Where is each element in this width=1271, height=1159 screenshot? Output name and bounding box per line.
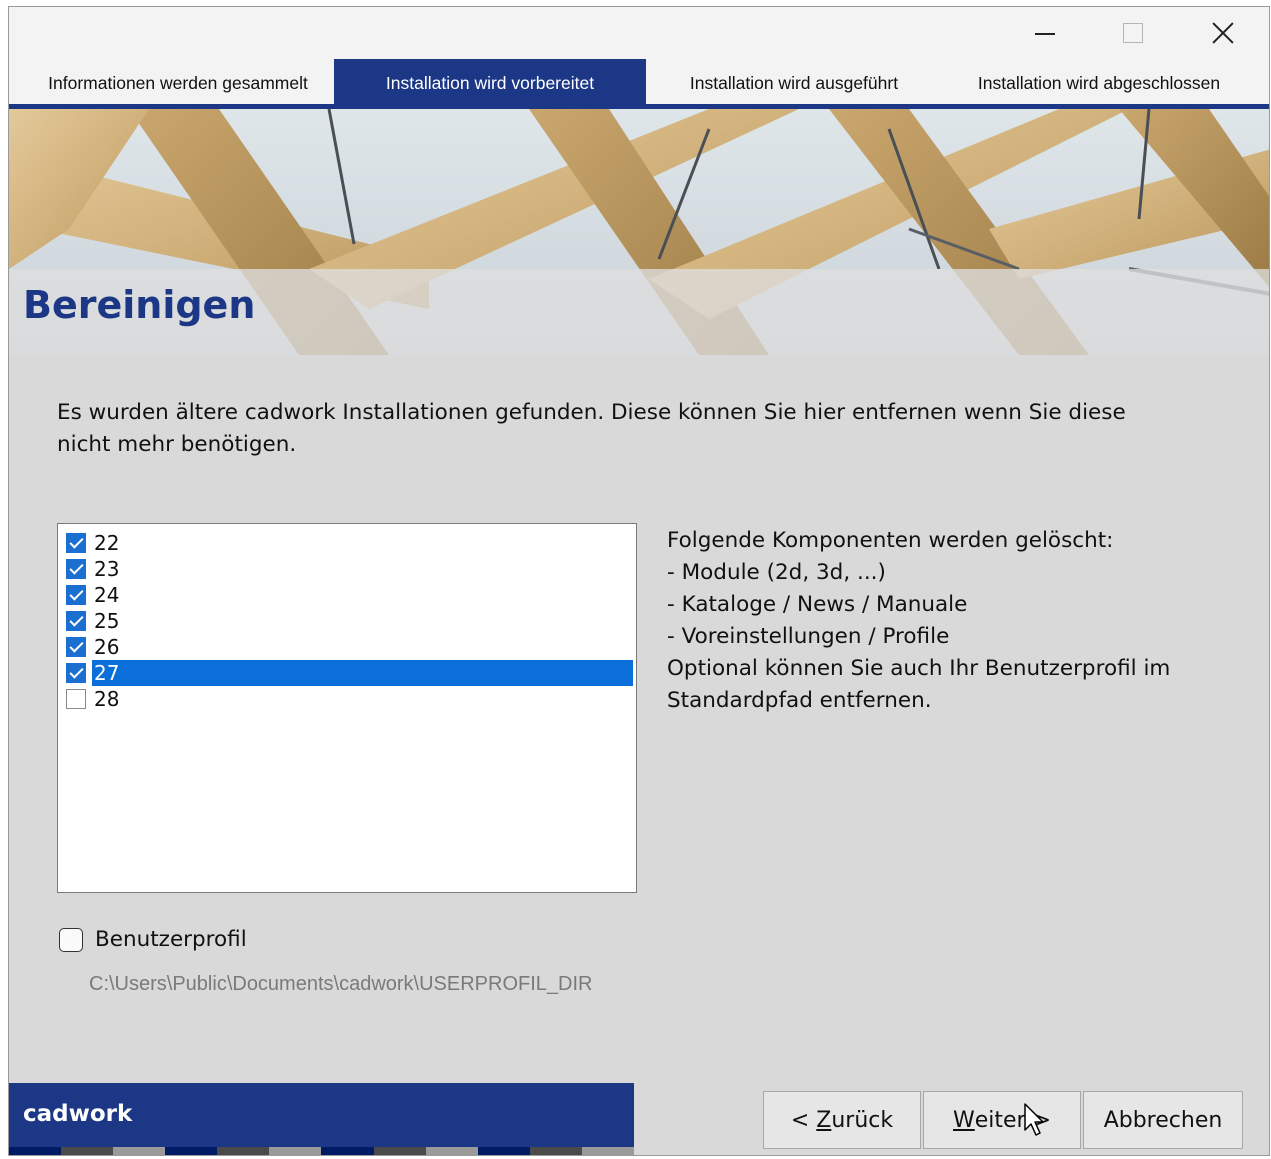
version-checkbox[interactable]	[66, 663, 86, 683]
cancel-label: Abbrechen	[1103, 1107, 1223, 1133]
back-button[interactable]: < Zurück	[763, 1091, 921, 1149]
version-item-25[interactable]: 25	[61, 608, 633, 634]
version-label: 27	[92, 660, 633, 686]
version-checkbox[interactable]	[66, 533, 86, 553]
minimize-button[interactable]	[999, 7, 1091, 59]
info-heading: Folgende Komponenten werden gelöscht:	[667, 528, 1114, 553]
version-label: 28	[94, 687, 120, 711]
maximize-icon	[1123, 23, 1143, 43]
version-checkbox[interactable]	[66, 559, 86, 579]
step-indicator: Informationen werden gesammelt Installat…	[9, 59, 1269, 107]
version-checkbox[interactable]	[66, 611, 86, 631]
components-info: Folgende Komponenten werden gelöscht: - …	[667, 525, 1247, 717]
intro-line-2: nicht mehr benötigen.	[57, 432, 297, 457]
minimize-icon	[1035, 33, 1055, 35]
step-vorbereitet: Installation wird vorbereitet	[334, 59, 646, 107]
userprofile-path: C:\Users\Public\Documents\cadwork\USERPR…	[89, 973, 593, 995]
close-icon	[1211, 21, 1235, 45]
page-title: Bereinigen	[23, 283, 256, 327]
version-checkbox[interactable]	[66, 689, 86, 709]
back-prefix: <	[790, 1107, 817, 1133]
close-button[interactable]	[1177, 7, 1269, 59]
back-label: urück	[831, 1107, 894, 1133]
mouse-cursor-icon	[1024, 1103, 1044, 1136]
back-mnemonic: Z	[816, 1107, 832, 1133]
version-item-24[interactable]: 24	[61, 582, 633, 608]
version-item-28[interactable]: 28	[61, 686, 633, 712]
next-button[interactable]: Weiter >	[923, 1091, 1081, 1149]
version-label: 22	[94, 531, 120, 555]
info-note-line-2: Standardpfad entfernen.	[667, 688, 932, 713]
info-item: - Voreinstellungen / Profile	[667, 624, 950, 649]
version-checkbox[interactable]	[66, 585, 86, 605]
version-item-26[interactable]: 26	[61, 634, 633, 660]
info-note-line-1: Optional können Sie auch Ihr Benutzerpro…	[667, 656, 1171, 681]
version-item-23[interactable]: 23	[61, 556, 633, 582]
brand-stripes	[9, 1147, 634, 1155]
step-ausgefuehrt: Installation wird ausgeführt	[689, 72, 899, 93]
version-label: 26	[94, 635, 120, 659]
brand-logo-text: cadwork	[23, 1101, 133, 1127]
benutzerprofil-option[interactable]: Benutzerprofil	[59, 927, 247, 952]
intro-line-1: Es wurden ältere cadwork Installationen …	[57, 400, 1126, 425]
intro-text: Es wurden ältere cadwork Installationen …	[57, 397, 1217, 461]
version-item-27[interactable]: 27	[61, 660, 633, 686]
maximize-button[interactable]	[1087, 7, 1179, 59]
cancel-button[interactable]: Abbrechen	[1083, 1091, 1243, 1149]
step-abgeschlossen: Installation wird abgeschlossen	[977, 72, 1221, 93]
version-checkbox[interactable]	[66, 637, 86, 657]
version-listbox[interactable]: 22 23 24 25 26 27 28	[57, 523, 637, 893]
info-item: - Kataloge / News / Manuale	[667, 592, 968, 617]
header-banner: Bereinigen	[9, 109, 1269, 355]
brand-bar: cadwork	[9, 1083, 634, 1147]
benutzerprofil-label[interactable]: Benutzerprofil	[95, 927, 247, 952]
installer-window: Informationen werden gesammelt Installat…	[8, 6, 1270, 1156]
next-mnemonic: W	[952, 1107, 975, 1133]
info-item: - Module (2d, 3d, ...)	[667, 560, 886, 585]
version-item-22[interactable]: 22	[61, 530, 633, 556]
title-bar	[9, 7, 1269, 59]
version-label: 25	[94, 609, 120, 633]
version-label: 24	[94, 583, 120, 607]
step-informationen: Informationen werden gesammelt	[48, 72, 308, 93]
benutzerprofil-checkbox[interactable]	[59, 927, 83, 952]
version-label: 23	[94, 557, 120, 581]
